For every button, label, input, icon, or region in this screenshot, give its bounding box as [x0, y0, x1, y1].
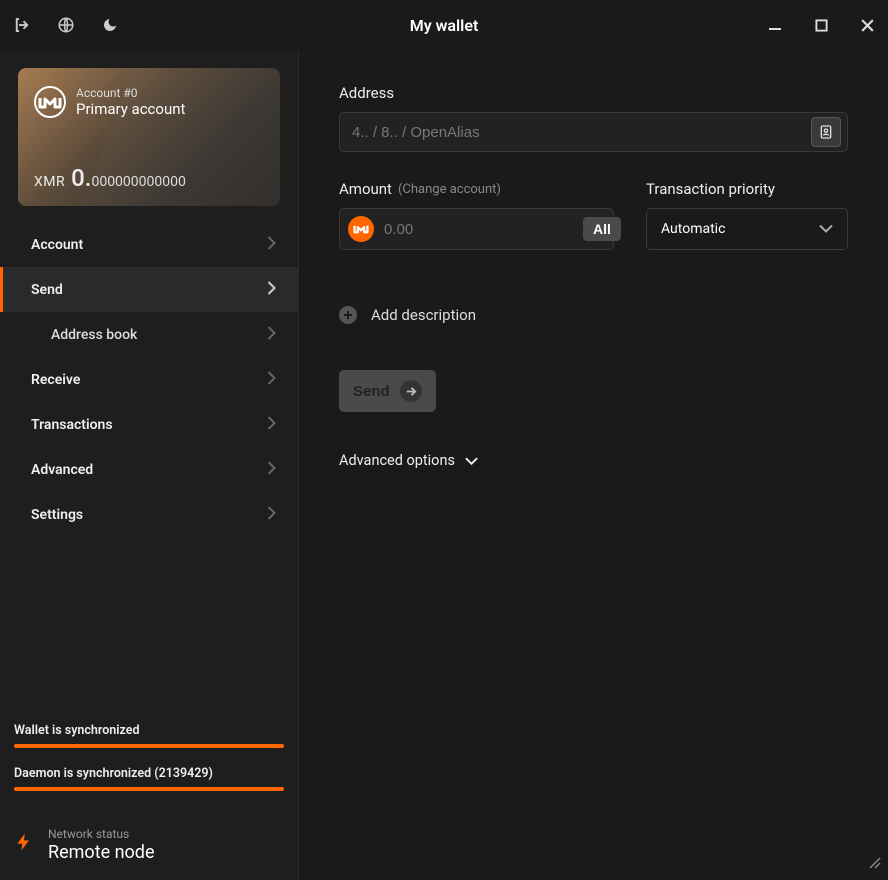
network-status[interactable]: Network status Remote node: [0, 821, 298, 880]
nav-account[interactable]: Account: [0, 222, 298, 267]
monero-coin-icon: [348, 216, 374, 242]
window-title: My wallet: [410, 16, 479, 35]
priority-value: Automatic: [661, 221, 725, 237]
close-button[interactable]: [858, 16, 876, 34]
chevron-right-icon: [267, 326, 276, 344]
amount-input[interactable]: [384, 221, 583, 238]
nav-transactions[interactable]: Transactions: [0, 402, 298, 447]
wallet-sync-progress: [14, 744, 284, 748]
logout-icon[interactable]: [12, 15, 32, 35]
nav-label: Receive: [31, 372, 80, 388]
plus-icon: [339, 306, 357, 324]
network-mode: Remote node: [48, 842, 155, 865]
address-label: Address: [339, 84, 848, 102]
main-pane: Address Amount (Change account): [299, 50, 888, 880]
add-description-label: Add description: [371, 306, 476, 324]
nav-label: Account: [31, 237, 83, 253]
balance-fraction: 000000000000: [91, 174, 185, 190]
nav-settings[interactable]: Settings: [0, 492, 298, 537]
nav-receive[interactable]: Receive: [0, 357, 298, 402]
account-name-label: Primary account: [76, 100, 185, 118]
balance-display: XMR 0.000000000000: [34, 164, 186, 192]
nav-label: Transactions: [31, 417, 113, 433]
nav-label: Advanced: [31, 462, 93, 478]
moon-icon[interactable]: [100, 15, 120, 35]
resize-grip-icon[interactable]: [868, 856, 882, 874]
wallet-sync-label: Wallet is synchronized: [14, 723, 284, 738]
account-card[interactable]: Account #0 Primary account XMR 0.0000000…: [18, 68, 280, 206]
nav-label: Address book: [51, 327, 137, 343]
change-account-link[interactable]: (Change account): [398, 182, 501, 197]
amount-label: Amount: [339, 180, 392, 198]
monero-logo-icon: [34, 86, 66, 118]
chevron-right-icon: [267, 371, 276, 389]
sidebar: Account #0 Primary account XMR 0.0000000…: [0, 50, 299, 880]
nav-send[interactable]: Send: [0, 267, 298, 312]
chevron-down-icon: [819, 221, 833, 237]
bolt-icon: [14, 828, 34, 863]
chevron-down-icon: [465, 452, 478, 469]
nav-label: Settings: [31, 507, 83, 523]
nav-address-book[interactable]: Address book: [0, 312, 298, 357]
priority-select[interactable]: Automatic: [646, 208, 848, 250]
chevron-right-icon: [267, 416, 276, 434]
globe-icon[interactable]: [56, 15, 76, 35]
chevron-right-icon: [267, 461, 276, 479]
advanced-options-label: Advanced options: [339, 452, 455, 469]
daemon-sync-progress: [14, 787, 284, 791]
account-number-label: Account #0: [76, 86, 185, 100]
add-description-button[interactable]: Add description: [339, 306, 848, 324]
balance-ticker: XMR: [34, 174, 65, 190]
send-button-label: Send: [353, 383, 390, 400]
priority-label: Transaction priority: [646, 180, 848, 198]
amount-all-button[interactable]: All: [583, 217, 621, 241]
address-input[interactable]: [352, 124, 811, 141]
address-book-button[interactable]: [811, 117, 841, 147]
chevron-right-icon: [267, 236, 276, 254]
chevron-right-icon: [267, 281, 276, 299]
send-button[interactable]: Send: [339, 370, 436, 412]
balance-whole: 0.: [71, 164, 91, 192]
nav-advanced[interactable]: Advanced: [0, 447, 298, 492]
advanced-options-toggle[interactable]: Advanced options: [339, 452, 848, 469]
chevron-right-icon: [267, 506, 276, 524]
network-status-label: Network status: [48, 827, 155, 842]
daemon-sync-label: Daemon is synchronized (2139429): [14, 766, 284, 781]
minimize-button[interactable]: [766, 16, 784, 34]
maximize-button[interactable]: [812, 16, 830, 34]
nav-label: Send: [31, 282, 63, 298]
arrow-right-icon: [400, 380, 422, 402]
